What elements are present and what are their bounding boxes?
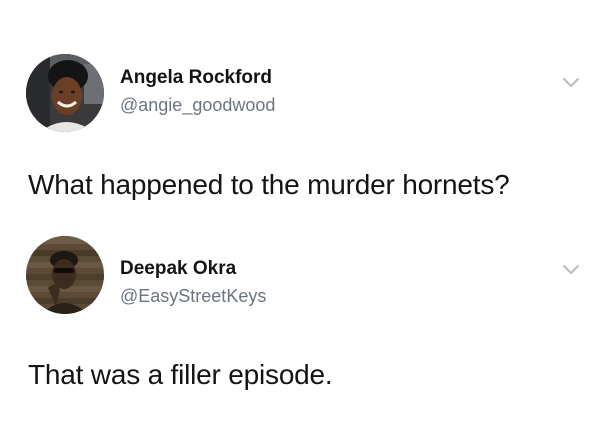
profile-photo-woman-icon — [26, 54, 104, 132]
chevron-down-icon[interactable] — [562, 264, 580, 276]
tweet-text: What happened to the murder hornets? — [28, 169, 510, 200]
avatar-angela[interactable] — [26, 54, 104, 132]
avatar-deepak[interactable] — [26, 236, 104, 314]
display-name[interactable]: Angela Rockford — [120, 67, 272, 89]
tweet-card-2: Deepak Okra @EasyStreetKeys That was a f… — [0, 220, 600, 437]
user-handle[interactable]: @angie_goodwood — [120, 95, 275, 116]
tweet-text: That was a filler episode. — [28, 359, 333, 390]
display-name[interactable]: Deepak Okra — [120, 258, 236, 280]
tweet-card-1: Angela Rockford @angie_goodwood What hap… — [0, 0, 600, 220]
chevron-down-icon[interactable] — [562, 77, 580, 89]
user-handle[interactable]: @EasyStreetKeys — [120, 286, 266, 307]
profile-photo-man-icon — [26, 236, 104, 314]
